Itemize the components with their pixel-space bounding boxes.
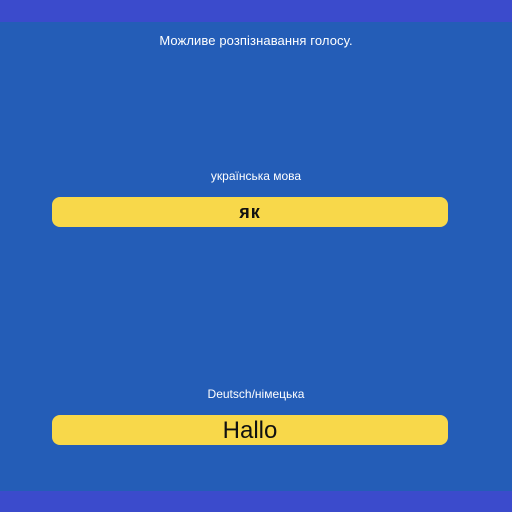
top-bar [0,0,512,22]
voice-recognition-hint: Можливе розпізнавання голосу. [159,33,353,48]
target-language-label: Deutsch/німецька [207,387,305,401]
target-word-text: Hallo [222,417,278,444]
target-word-card[interactable]: Hallo [52,415,448,445]
source-language-label: українська мова [210,169,302,183]
bottom-bar [0,491,512,512]
source-word-text: як [239,202,261,222]
source-word-card[interactable]: як [52,197,448,227]
